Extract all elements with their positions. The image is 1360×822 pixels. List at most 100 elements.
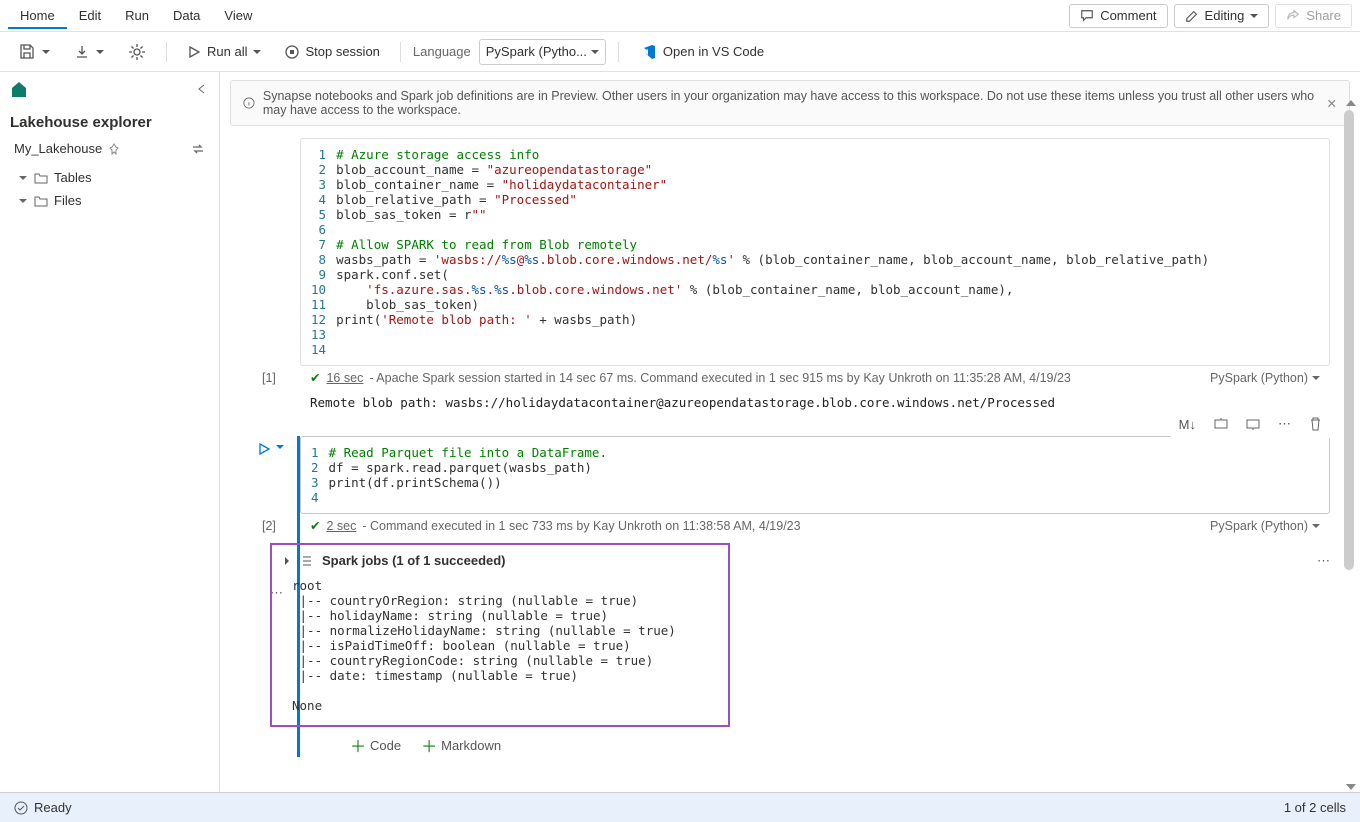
chevron-down-icon	[591, 48, 599, 56]
pencil-icon	[1185, 9, 1199, 23]
add-markdown-button[interactable]: ＋ Markdown	[421, 733, 501, 757]
code-editor[interactable]: 1234567891011121314 # Azure storage acce…	[300, 138, 1330, 366]
code-cell-1: 1234567891011121314 # Azure storage acce…	[300, 138, 1330, 416]
folder-icon	[34, 194, 48, 208]
cell-lang-select[interactable]: PySpark (Python)	[1210, 371, 1320, 385]
lakehouse-icon	[10, 80, 28, 98]
info-icon	[243, 96, 255, 110]
chevron-down-icon	[18, 196, 28, 206]
code-cell-2: M↓ ⋯ 1234 # Read Parquet file into a Dat…	[297, 436, 1330, 757]
sidebar-title: Lakehouse explorer	[0, 106, 219, 135]
chevron-down-icon	[96, 48, 104, 56]
scrollbar[interactable]	[1344, 100, 1358, 792]
comment-label: Comment	[1100, 8, 1156, 23]
collapse-sidebar-button[interactable]	[195, 82, 209, 96]
run-cell-button[interactable]	[257, 442, 271, 456]
scroll-down-icon[interactable]	[1346, 784, 1356, 790]
scroll-thumb[interactable]	[1344, 110, 1354, 570]
toolbar: Run all Stop session Language PySpark (P…	[0, 32, 1360, 72]
lakehouse-name[interactable]: My_Lakehouse	[14, 141, 102, 156]
output-more-button[interactable]: ⋯	[1317, 553, 1330, 569]
chevron-down-icon	[253, 48, 261, 56]
delete-cell-button[interactable]	[1303, 413, 1328, 435]
tree-tables[interactable]: Tables	[0, 166, 219, 189]
save-icon	[18, 43, 36, 61]
code-text[interactable]: # Azure storage access info blob_account…	[336, 139, 1219, 365]
run-all-label: Run all	[207, 44, 247, 59]
chevron-down-icon	[18, 173, 28, 183]
menubar: Home Edit Run Data View Comment Editing …	[0, 0, 1360, 32]
stop-icon	[285, 45, 299, 59]
schema-output: root |-- countryOrRegion: string (nullab…	[282, 574, 718, 717]
more-button[interactable]: ⋯	[1272, 412, 1297, 436]
chevron-down-icon	[1312, 522, 1320, 530]
stop-session-button[interactable]: Stop session	[277, 40, 387, 63]
insert-below-button[interactable]	[1240, 413, 1266, 435]
spark-jobs-output: Spark jobs (1 of 1 succeeded) root |-- c…	[270, 543, 730, 727]
sidebar: Lakehouse explorer My_Lakehouse Tables F…	[0, 72, 220, 792]
convert-markdown-button[interactable]: M↓	[1173, 413, 1202, 436]
share-label: Share	[1306, 8, 1341, 23]
open-vscode-label: Open in VS Code	[663, 44, 764, 59]
tree-files-label: Files	[54, 193, 81, 208]
tree-tables-label: Tables	[54, 170, 92, 185]
output-options[interactable]: ⋯	[270, 585, 283, 601]
tree-files[interactable]: Files	[0, 189, 219, 212]
status-time: 16 sec	[326, 371, 363, 385]
gear-icon	[128, 43, 146, 61]
vscode-icon	[639, 43, 657, 61]
menu-home[interactable]: Home	[8, 2, 67, 29]
cell-index: [1]	[262, 371, 276, 385]
comment-button[interactable]: Comment	[1069, 4, 1167, 28]
menu-data[interactable]: Data	[161, 2, 212, 29]
code-editor[interactable]: 1234 # Read Parquet file into a DataFram…	[300, 436, 1330, 514]
status-text: - Command executed in 1 sec 733 ms by Ka…	[362, 519, 800, 533]
cell-status: [1] ✔ 16 sec - Apache Spark session star…	[300, 366, 1330, 389]
cell-count: 1 of 2 cells	[1284, 800, 1346, 815]
play-icon	[187, 45, 201, 59]
check-icon: ✔	[310, 370, 320, 385]
editing-label: Editing	[1205, 8, 1245, 23]
swap-icon[interactable]	[191, 142, 205, 156]
download-icon	[74, 44, 90, 60]
scroll-up-icon[interactable]	[1346, 100, 1356, 106]
folder-icon	[34, 171, 48, 185]
pin-icon[interactable]	[108, 143, 120, 155]
save-dropdown[interactable]	[10, 39, 58, 65]
close-banner-button[interactable]: ✕	[1327, 96, 1337, 111]
editing-button[interactable]: Editing	[1174, 4, 1270, 28]
info-banner: Synapse notebooks and Spark job definiti…	[230, 80, 1350, 126]
open-vscode-button[interactable]: Open in VS Code	[631, 39, 772, 65]
notebook-content: Synapse notebooks and Spark job definiti…	[220, 72, 1360, 792]
list-icon	[300, 554, 314, 568]
check-icon: ✔	[310, 518, 320, 533]
settings-button[interactable]	[120, 39, 154, 65]
comment-icon	[1080, 9, 1094, 23]
chevron-down-icon	[1250, 12, 1258, 20]
cell-lang-select[interactable]: PySpark (Python)	[1210, 519, 1320, 533]
status-time: 2 sec	[326, 519, 356, 533]
menu-edit[interactable]: Edit	[67, 2, 113, 29]
line-numbers: 1234	[301, 437, 329, 513]
cell-toolbar: M↓ ⋯	[1171, 410, 1330, 438]
insert-above-button[interactable]	[1208, 413, 1234, 435]
spark-jobs-label: Spark jobs (1 of 1 succeeded)	[322, 553, 506, 568]
cell-index: [2]	[262, 519, 276, 533]
run-dropdown-icon[interactable]	[275, 442, 285, 452]
code-text[interactable]: # Read Parquet file into a DataFrame. df…	[329, 437, 617, 513]
statusbar: Ready 1 of 2 cells	[0, 792, 1360, 822]
stop-session-label: Stop session	[305, 44, 379, 59]
menu-run[interactable]: Run	[113, 2, 161, 29]
language-value: PySpark (Pytho...	[486, 44, 587, 59]
menu-view[interactable]: View	[212, 2, 264, 29]
chevron-right-icon[interactable]	[282, 556, 292, 566]
chevron-down-icon	[1312, 374, 1320, 382]
add-code-button[interactable]: ＋ Code	[350, 733, 401, 757]
language-select[interactable]: PySpark (Pytho...	[479, 39, 606, 65]
info-banner-text: Synapse notebooks and Spark job definiti…	[263, 89, 1327, 117]
chevron-down-icon	[42, 48, 50, 56]
line-numbers: 1234567891011121314	[301, 139, 336, 365]
download-dropdown[interactable]	[66, 40, 112, 64]
run-all-button[interactable]: Run all	[179, 40, 269, 63]
share-button[interactable]: Share	[1275, 4, 1352, 28]
